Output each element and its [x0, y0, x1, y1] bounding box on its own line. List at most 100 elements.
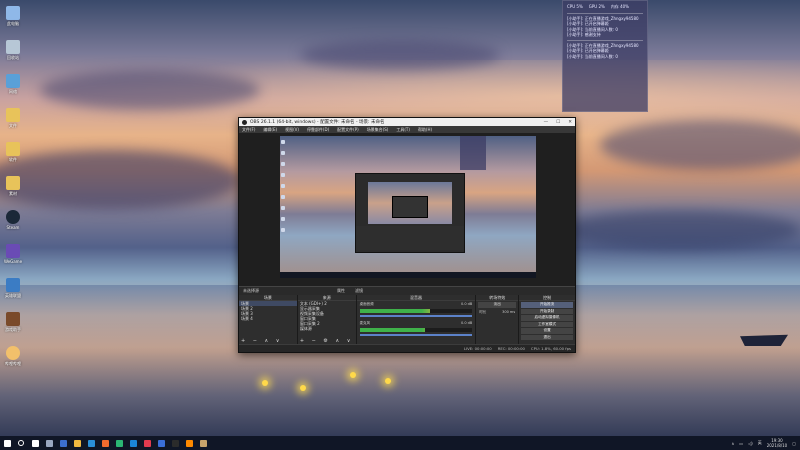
mixer-channel-name: 桌面音频	[359, 302, 374, 306]
menu-docks[interactable]: 停靠部件(D)	[307, 127, 329, 133]
close-button[interactable]: ✕	[568, 120, 572, 125]
mixer-channel-db: 0.0 dB	[460, 302, 473, 306]
desktop-icon-steam[interactable]: Steam	[2, 210, 24, 230]
transitions-dock: 转场特效 淡出 时长 300 ms	[476, 295, 519, 344]
start-streaming-button[interactable]: 开始推流	[521, 302, 573, 308]
folder-icon	[6, 142, 20, 156]
app-icon	[199, 439, 207, 447]
menu-help[interactable]: 帮助(H)	[418, 127, 432, 133]
menu-profile[interactable]: 配置文件(P)	[337, 127, 359, 133]
app-icon	[129, 439, 137, 447]
desktop-icon-wegame[interactable]: WeGame	[2, 244, 24, 264]
app-icon	[45, 439, 53, 447]
notification-icon[interactable]: ▢	[792, 441, 796, 446]
taskbar-app-4[interactable]	[84, 436, 98, 450]
source-item[interactable]: 媒体源	[298, 326, 356, 331]
windows-taskbar: ∧ ▭ ◁) 英 19:30 2021/8/10 ▢	[0, 436, 800, 450]
menu-view[interactable]: 视图(V)	[285, 127, 299, 133]
preview-desktop-icons	[281, 140, 286, 239]
status-bar: LIVE: 00:00:00 REC: 00:00:00 CPU: 1.8%, …	[239, 344, 575, 352]
taskbar-app-7[interactable]	[126, 436, 140, 450]
desktop-icon-bilibili[interactable]: 哔哩哔哩	[2, 346, 24, 366]
taskbar-app-1[interactable]	[42, 436, 56, 450]
scene-item[interactable]: 场景 4	[239, 316, 297, 321]
taskbar-app-9[interactable]	[154, 436, 168, 450]
taskbar-apps	[28, 436, 210, 450]
mixer-channel-name: 麦克风	[359, 321, 371, 325]
taskbar-app-6[interactable]	[112, 436, 126, 450]
tray-chevron-icon[interactable]: ∧	[731, 441, 734, 446]
app-icon	[31, 439, 39, 447]
taskbar-app-11[interactable]	[182, 436, 196, 450]
desktop-icon-folder-2[interactable]: 软件	[2, 142, 24, 162]
filters-button[interactable]: 滤镜	[355, 288, 363, 294]
desktop-icon-this-pc[interactable]: 此电脑	[2, 6, 24, 26]
studio-mode-button[interactable]: 工作室模式	[521, 321, 573, 327]
rec-timer: REC: 00:00:00	[497, 346, 525, 351]
steam-icon	[6, 210, 20, 224]
start-recording-button[interactable]: 开始录制	[521, 308, 573, 314]
perf-stats: CPU: 1.8%, 60.00 fps	[530, 346, 571, 351]
controls-dock: 控制 开始推流 开始录制 启动虚拟摄像机 工作室模式 设置 退出	[519, 295, 575, 344]
start-button[interactable]	[0, 436, 14, 450]
maximize-button[interactable]: ☐	[556, 120, 560, 125]
volume-meter	[359, 328, 473, 332]
folder-icon	[6, 108, 20, 122]
chat-overlay-widget: CPU 5% GPU 2% 内存 40% [小助手]: 正在直播游戏_Zhngx…	[562, 0, 648, 112]
properties-button[interactable]: 属性	[337, 288, 345, 294]
game-app-icon	[6, 312, 20, 326]
program-preview[interactable]	[280, 136, 536, 278]
obs-logo-icon	[242, 119, 247, 125]
network-tray-icon[interactable]: ▭	[739, 441, 743, 446]
menu-scene-collection[interactable]: 场景集合(S)	[367, 127, 389, 133]
desktop-icon-lol[interactable]: 英雄联盟	[2, 278, 24, 298]
obs-titlebar[interactable]: OBS 26.1.1 (64-bit, windows) - 配置文件: 未命名…	[239, 118, 575, 126]
app-icon	[115, 439, 123, 447]
menu-edit[interactable]: 编辑(E)	[263, 127, 277, 133]
transition-duration[interactable]: 300 ms	[502, 310, 515, 315]
desktop-icon-recycle-bin[interactable]: 回收站	[2, 40, 24, 60]
clock[interactable]: 19:30 2021/8/10	[767, 438, 788, 448]
desktop-icon-network[interactable]: 网络	[2, 74, 24, 94]
input-language[interactable]: 英	[758, 440, 762, 446]
folder-icon	[6, 176, 20, 190]
taskbar-app-10[interactable]	[168, 436, 182, 450]
taskbar-app-12[interactable]	[196, 436, 210, 450]
app-icon	[171, 439, 179, 447]
taskbar-app-2[interactable]	[56, 436, 70, 450]
taskbar-app-3[interactable]	[70, 436, 84, 450]
mixer-channel-db: 0.0 dB	[460, 321, 473, 325]
widget-stats: CPU 5% GPU 2% 内存 40%	[567, 4, 629, 9]
widget-message: [小助手]: 当前直播间人数: 0	[567, 53, 618, 59]
no-source-label: 未选择源	[243, 288, 259, 293]
computer-icon	[6, 6, 20, 20]
game-app-icon	[6, 244, 20, 258]
volume-slider[interactable]	[359, 334, 473, 336]
volume-meter	[359, 309, 473, 313]
menu-tools[interactable]: 工具(T)	[396, 127, 410, 133]
desktop-icon-folder-1[interactable]: 文件	[2, 108, 24, 128]
taskbar-app-8[interactable]	[140, 436, 154, 450]
settings-button[interactable]: 设置	[521, 328, 573, 334]
taskbar-app-5[interactable]	[98, 436, 112, 450]
desktop-icon-folder-3[interactable]: 素材	[2, 176, 24, 196]
game-app-icon	[6, 278, 20, 292]
app-icon	[185, 439, 193, 447]
preview-area	[239, 133, 575, 286]
widget-message: [小助手]: 感谢支持	[567, 32, 601, 37]
virtual-camera-button[interactable]: 启动虚拟摄像机	[521, 315, 573, 321]
app-icon	[143, 439, 151, 447]
volume-tray-icon[interactable]: ◁)	[748, 441, 753, 446]
dock-panels: 场景 场景 场景 2 场景 3 场景 4 + − ∧ ∨ 来源 文本 (GDI+…	[239, 295, 575, 344]
minimize-button[interactable]: —	[544, 120, 549, 125]
sources-dock: 来源 文本 (GDI+) 2 显示器采集 视频采集设备 窗口采集 窗口采集 2 …	[297, 295, 356, 344]
search-button[interactable]	[14, 436, 28, 450]
obs-window[interactable]: OBS 26.1.1 (64-bit, windows) - 配置文件: 未命名…	[238, 117, 576, 353]
desktop-icon-helper[interactable]: 游戏助手	[2, 312, 24, 332]
exit-button[interactable]: 退出	[521, 334, 573, 340]
preview-widget	[460, 136, 486, 170]
volume-slider[interactable]	[359, 315, 473, 317]
transition-select[interactable]: 淡出	[478, 302, 517, 308]
menu-file[interactable]: 文件(F)	[242, 127, 255, 133]
taskbar-app-0[interactable]	[28, 436, 42, 450]
